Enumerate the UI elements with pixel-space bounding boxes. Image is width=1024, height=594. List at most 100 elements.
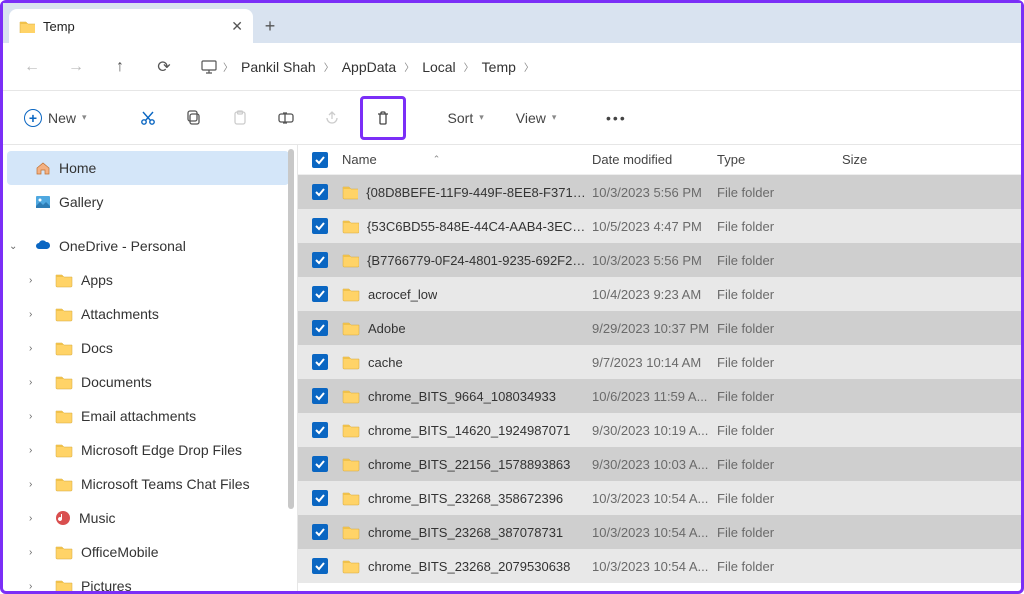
file-row[interactable]: chrome_BITS_14620_19249870719/30/2023 10…	[298, 413, 1021, 447]
row-checkbox[interactable]	[298, 286, 342, 302]
paste-button[interactable]	[222, 101, 258, 135]
monitor-icon[interactable]	[201, 59, 217, 75]
back-button[interactable]: ←	[17, 52, 47, 82]
chevron-right-icon[interactable]: ›	[29, 309, 32, 320]
folder-icon	[342, 354, 360, 370]
row-checkbox[interactable]	[298, 524, 342, 540]
row-checkbox[interactable]	[298, 184, 342, 200]
row-checkbox[interactable]	[298, 320, 342, 336]
file-row[interactable]: chrome_BITS_23268_38707873110/3/2023 10:…	[298, 515, 1021, 549]
file-name-cell[interactable]: chrome_BITS_14620_1924987071	[342, 422, 592, 438]
tab-temp[interactable]: Temp ✕	[9, 9, 253, 43]
file-row[interactable]: chrome_BITS_23268_207953063810/3/2023 10…	[298, 549, 1021, 583]
file-date: 10/3/2023 5:56 PM	[592, 253, 717, 268]
sidebar-item-label: Attachments	[81, 306, 159, 322]
column-date[interactable]: Date modified	[592, 152, 717, 167]
file-name-cell[interactable]: chrome_BITS_23268_387078731	[342, 524, 592, 540]
file-date: 10/3/2023 5:56 PM	[592, 185, 717, 200]
breadcrumb: 〉 Pankil Shah 〉 AppData 〉 Local 〉 Temp 〉	[201, 55, 534, 79]
chevron-right-icon[interactable]: ›	[29, 479, 32, 490]
row-checkbox[interactable]	[298, 218, 342, 234]
chevron-right-icon[interactable]: ›	[29, 411, 32, 422]
new-button[interactable]: + New ▾	[15, 101, 96, 135]
row-checkbox[interactable]	[298, 558, 342, 574]
sidebar-item-label: Apps	[81, 272, 113, 288]
row-checkbox[interactable]	[298, 252, 342, 268]
chevron-right-icon[interactable]: ›	[29, 343, 32, 354]
file-name-cell[interactable]: cache	[342, 354, 592, 370]
chevron-right-icon[interactable]: ›	[29, 547, 32, 558]
sidebar-item[interactable]: ›Microsoft Edge Drop Files	[7, 433, 289, 467]
chevron-right-icon[interactable]: ›	[29, 513, 32, 524]
sidebar-scrollbar[interactable]	[287, 149, 295, 539]
file-name-cell[interactable]: {B7766779-0F24-4801-9235-692F257F...	[342, 252, 592, 268]
file-row[interactable]: {B7766779-0F24-4801-9235-692F257F...10/3…	[298, 243, 1021, 277]
chevron-right-icon[interactable]: ›	[29, 377, 32, 388]
file-name-cell[interactable]: chrome_BITS_23268_2079530638	[342, 558, 592, 574]
sidebar-item[interactable]: ›Music	[7, 501, 289, 535]
crumb-1[interactable]: AppData	[340, 55, 398, 79]
sidebar-home[interactable]: Home	[7, 151, 289, 185]
file-name-cell[interactable]: {08D8BEFE-11F9-449F-8EE8-F3716E7C...	[342, 184, 592, 200]
row-checkbox[interactable]	[298, 388, 342, 404]
copy-button[interactable]	[176, 101, 212, 135]
sidebar-item[interactable]: ›Email attachments	[7, 399, 289, 433]
sort-button[interactable]: Sort ▾	[434, 101, 492, 135]
sidebar-item[interactable]: ›Microsoft Teams Chat Files	[7, 467, 289, 501]
row-checkbox[interactable]	[298, 456, 342, 472]
file-row[interactable]: chrome_BITS_9664_10803493310/6/2023 11:5…	[298, 379, 1021, 413]
column-size[interactable]: Size	[842, 152, 922, 167]
sidebar-gallery-label: Gallery	[59, 194, 103, 210]
refresh-button[interactable]: ⟳	[149, 52, 179, 82]
select-all-checkbox[interactable]	[298, 152, 342, 168]
column-name[interactable]: Name⌃	[342, 152, 592, 167]
file-row[interactable]: cache9/7/2023 10:14 AMFile folder	[298, 345, 1021, 379]
file-row[interactable]: {53C6BD55-848E-44C4-AAB4-3EC628...10/5/2…	[298, 209, 1021, 243]
crumb-0[interactable]: Pankil Shah	[239, 55, 318, 79]
row-checkbox[interactable]	[298, 490, 342, 506]
chevron-down-icon[interactable]: ⌄	[9, 241, 17, 252]
file-name-cell[interactable]: acrocef_low	[342, 286, 592, 302]
chevron-right-icon[interactable]: ›	[29, 445, 32, 456]
sidebar-item[interactable]: › Apps	[7, 263, 289, 297]
file-row[interactable]: {08D8BEFE-11F9-449F-8EE8-F3716E7C...10/3…	[298, 175, 1021, 209]
chevron-right-icon[interactable]: ›	[29, 275, 32, 286]
row-checkbox[interactable]	[298, 354, 342, 370]
column-type[interactable]: Type	[717, 152, 842, 167]
file-name-cell[interactable]: Adobe	[342, 320, 592, 336]
close-tab-icon[interactable]: ✕	[231, 18, 243, 35]
trash-icon	[375, 110, 391, 126]
sidebar-onedrive[interactable]: ⌄ OneDrive - Personal	[7, 229, 289, 263]
file-name-cell[interactable]: {53C6BD55-848E-44C4-AAB4-3EC628...	[342, 218, 592, 234]
chevron-right-icon[interactable]: ›	[29, 581, 32, 592]
sidebar-item[interactable]: › Attachments	[7, 297, 289, 331]
file-name-cell[interactable]: chrome_BITS_22156_1578893863	[342, 456, 592, 472]
delete-button[interactable]	[365, 101, 401, 135]
sidebar-item[interactable]: ›Pictures	[7, 569, 289, 591]
file-name: Adobe	[368, 321, 406, 336]
forward-button[interactable]: →	[61, 52, 91, 82]
file-name-cell[interactable]: chrome_BITS_23268_358672396	[342, 490, 592, 506]
file-row[interactable]: Adobe9/29/2023 10:37 PMFile folder	[298, 311, 1021, 345]
cut-button[interactable]	[130, 101, 166, 135]
more-button[interactable]: •••	[598, 101, 634, 135]
file-name-cell[interactable]: chrome_BITS_9664_108034933	[342, 388, 592, 404]
file-date: 10/3/2023 10:54 A...	[592, 491, 717, 506]
crumb-2[interactable]: Local	[420, 55, 457, 79]
sidebar-item[interactable]: ›OfficeMobile	[7, 535, 289, 569]
sidebar-item[interactable]: ›Docs	[7, 331, 289, 365]
view-button[interactable]: View ▾	[502, 101, 565, 135]
rename-button[interactable]	[268, 101, 304, 135]
file-date: 10/6/2023 11:59 A...	[592, 389, 717, 404]
row-checkbox[interactable]	[298, 422, 342, 438]
chevron-down-icon: ▾	[82, 112, 87, 123]
share-button[interactable]	[314, 101, 350, 135]
up-button[interactable]: ↑	[105, 52, 135, 82]
sidebar-gallery[interactable]: Gallery	[7, 185, 289, 219]
sidebar-item[interactable]: ›Documents	[7, 365, 289, 399]
new-tab-button[interactable]: +	[253, 9, 287, 43]
file-row[interactable]: acrocef_low10/4/2023 9:23 AMFile folder	[298, 277, 1021, 311]
file-row[interactable]: chrome_BITS_22156_15788938639/30/2023 10…	[298, 447, 1021, 481]
crumb-3[interactable]: Temp	[480, 55, 518, 79]
file-row[interactable]: chrome_BITS_23268_35867239610/3/2023 10:…	[298, 481, 1021, 515]
